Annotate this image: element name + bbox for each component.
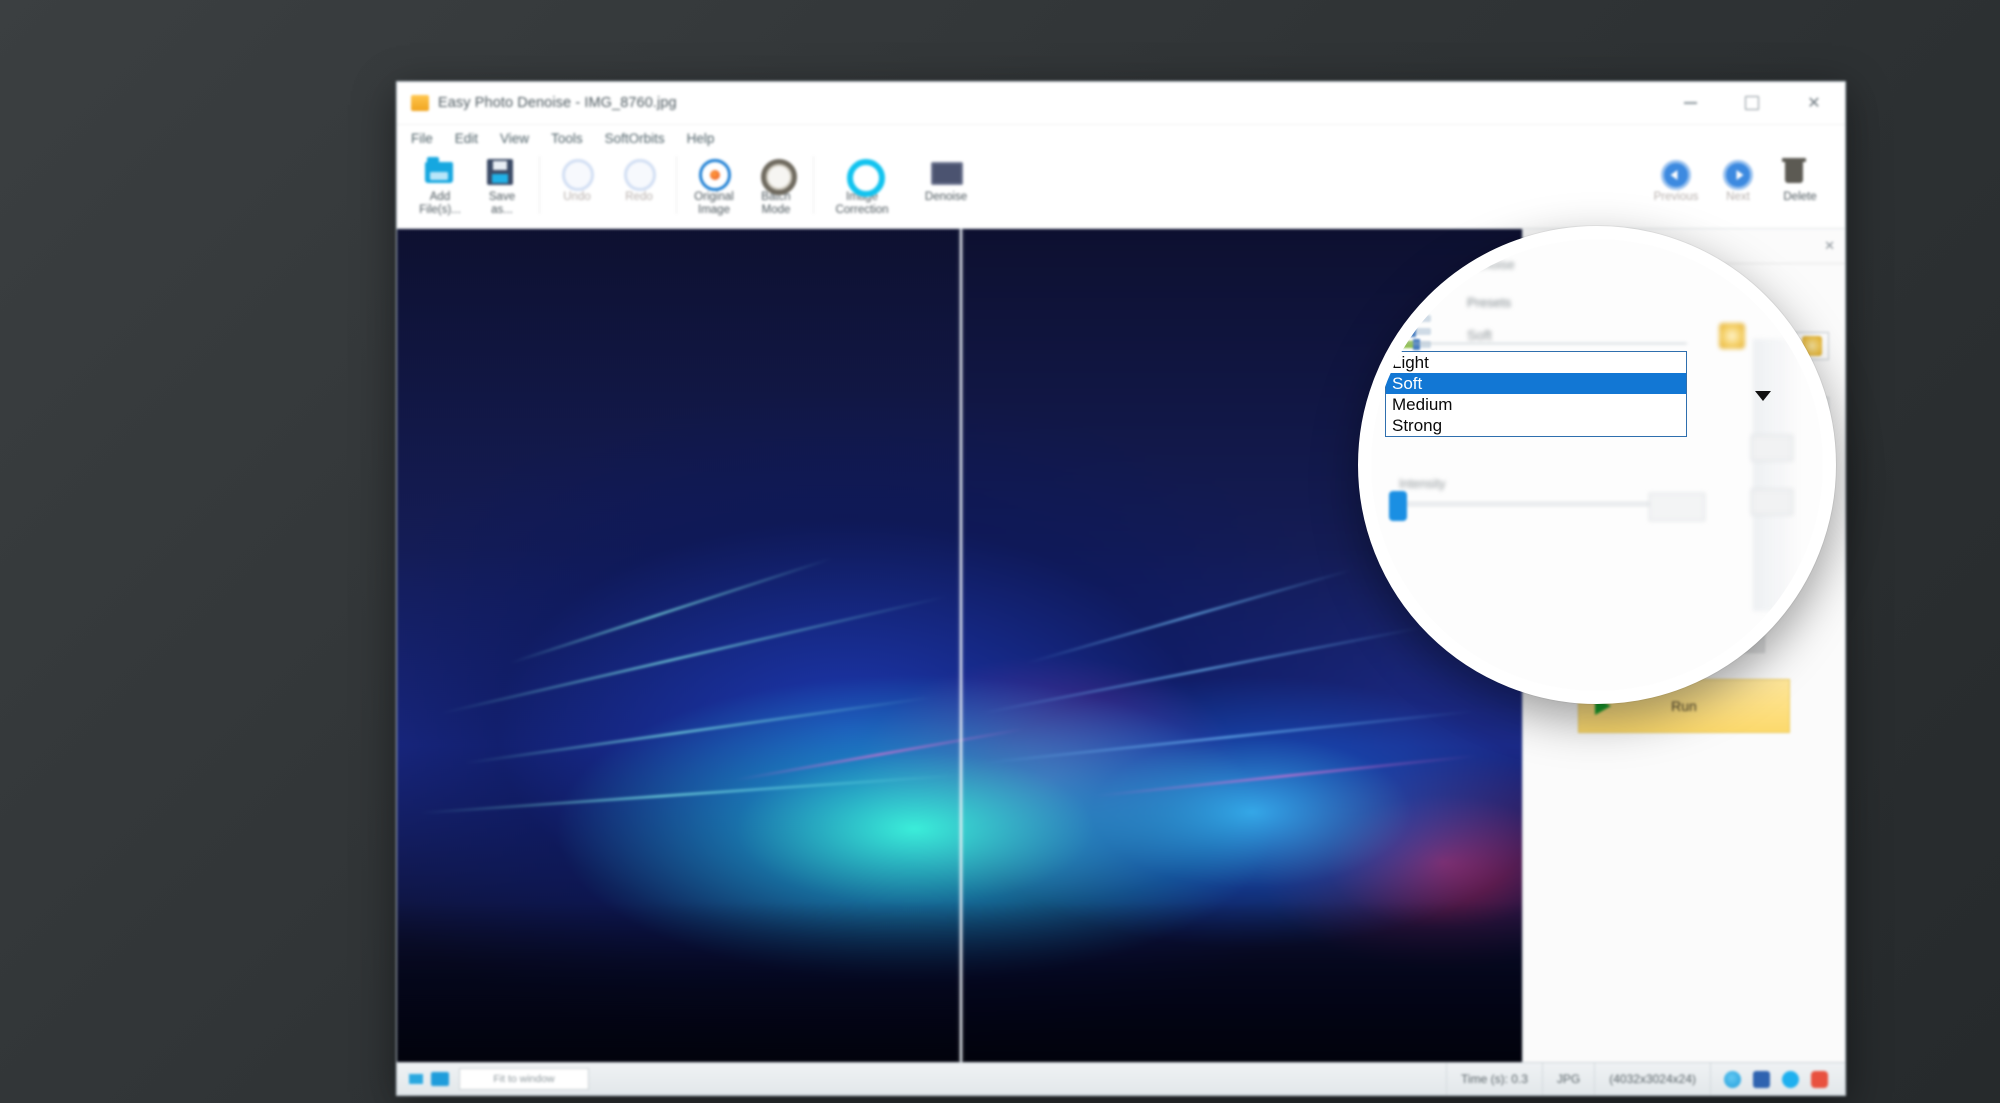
- toolbar-delete-label: Delete: [1783, 191, 1817, 203]
- facebook-icon[interactable]: [1753, 1070, 1770, 1088]
- toolbar-next[interactable]: Next: [1707, 152, 1769, 204]
- menu-edit[interactable]: Edit: [455, 131, 478, 146]
- window-controls: ✕: [1659, 82, 1845, 124]
- magnified-intensity-label: Intensity: [1399, 477, 1446, 491]
- dropdown-option-strong[interactable]: Strong: [1386, 415, 1686, 436]
- previous-arrow-icon: [1661, 157, 1691, 190]
- magnifier-loupe: Denoise Presets Soft Position Intensity: [1358, 226, 1836, 704]
- dropdown-option-light[interactable]: Light: [1386, 352, 1686, 373]
- magnified-combobox-frame: [1383, 343, 1687, 351]
- magnified-panel-edge: [1753, 339, 1797, 611]
- folder-open-icon: [425, 157, 455, 187]
- toolbar-undo[interactable]: Undo: [546, 152, 608, 204]
- main-toolbar: Add File(s)... Save as... Undo Redo Orig: [397, 152, 1845, 229]
- magnified-denoise-title: Denoise: [1467, 257, 1515, 272]
- redo-circle-icon: [624, 157, 656, 191]
- minimize-button[interactable]: [1659, 82, 1721, 124]
- split-view-icon[interactable]: [407, 1072, 425, 1086]
- next-arrow-icon: [1723, 157, 1753, 190]
- toolbar-separator-3: [813, 156, 814, 214]
- toolbar-add-files-label-1: Add: [429, 191, 451, 203]
- toolbar-previous-label: Previous: [1653, 191, 1699, 203]
- image-preview-area[interactable]: [397, 229, 1523, 1062]
- menu-help[interactable]: Help: [687, 131, 715, 146]
- menu-file[interactable]: File: [411, 131, 433, 146]
- toolbar-add-files[interactable]: Add File(s)...: [409, 152, 471, 217]
- menu-softorbits[interactable]: SoftOrbits: [605, 131, 665, 146]
- menu-view[interactable]: View: [500, 131, 529, 146]
- toolbar-denoise[interactable]: Denoise: [904, 152, 988, 204]
- magnified-spark-icon: [1719, 323, 1745, 349]
- toolbar-image-correction[interactable]: Image Correction: [820, 152, 904, 217]
- menu-bar: File Edit View Tools SoftOrbits Help: [397, 125, 1845, 152]
- status-dimensions: (4032x3024x24): [1595, 1063, 1711, 1095]
- magnified-presets-label: Presets: [1467, 295, 1512, 310]
- toolbar-image-correction-label-2: Correction: [835, 204, 889, 216]
- cyan-ring-icon: [847, 157, 885, 197]
- title-bar: Easy Photo Denoise - IMG_8760.jpg ✕: [397, 82, 1845, 125]
- twitter-icon[interactable]: [1782, 1070, 1799, 1088]
- status-time: Time (s): 0.3: [1446, 1063, 1543, 1095]
- single-view-icon[interactable]: [431, 1072, 449, 1086]
- gear-icon: [761, 157, 797, 195]
- toolbar-separator-1: [539, 156, 540, 214]
- trash-icon: [1782, 157, 1815, 187]
- toolbar-undo-label: Undo: [563, 191, 591, 203]
- toolbar-original-image-label-1: Original: [694, 191, 734, 203]
- toolbar-redo-label: Redo: [625, 191, 653, 203]
- zoom-control[interactable]: Fit to window: [459, 1068, 589, 1090]
- maximize-button[interactable]: [1721, 82, 1783, 124]
- view-mode-group: [397, 1072, 459, 1086]
- toolbar-save-as[interactable]: Save as...: [471, 152, 533, 217]
- toolbar-previous[interactable]: Previous: [1645, 152, 1707, 204]
- toolbar-original-image-label-2: Image: [698, 204, 730, 216]
- zoom-label: Fit to window: [493, 1073, 555, 1085]
- toolbar-original-image[interactable]: Original Image: [683, 152, 745, 217]
- magnified-preset-value: Soft: [1467, 327, 1492, 343]
- google-icon[interactable]: [1724, 1070, 1741, 1088]
- desktop-background: Easy Photo Denoise - IMG_8760.jpg ✕ File…: [0, 0, 2000, 1103]
- toolbar-batch-mode[interactable]: Batch Mode: [745, 152, 807, 217]
- magnified-intensity-box[interactable]: [1649, 493, 1705, 521]
- toolbar-delete[interactable]: Delete: [1769, 152, 1831, 204]
- status-format: JPG: [1543, 1063, 1596, 1095]
- split-comparison-divider[interactable]: [959, 229, 962, 1062]
- dropdown-option-medium[interactable]: Medium: [1386, 394, 1686, 415]
- undo-circle-icon: [562, 157, 594, 191]
- presets-dropdown-list[interactable]: Light Soft Medium Strong: [1385, 351, 1687, 437]
- magnified-intensity-slider[interactable]: [1393, 501, 1673, 507]
- toolbar-denoise-label: Denoise: [924, 191, 968, 203]
- youtube-icon[interactable]: [1811, 1070, 1828, 1088]
- social-links-group: [1711, 1070, 1845, 1088]
- toolbar-right-group: Previous Next Delete: [1645, 152, 1831, 204]
- noisy-original-half: [397, 229, 960, 1062]
- toolbar-batch-mode-label-2: Mode: [761, 204, 791, 216]
- screen-icon: [931, 157, 963, 187]
- dropdown-option-soft[interactable]: Soft: [1386, 373, 1686, 394]
- magnified-intensity-thumb[interactable]: [1389, 491, 1407, 521]
- menu-tools[interactable]: Tools: [551, 131, 583, 146]
- save-disk-icon: [487, 157, 517, 187]
- toolbar-save-as-label-1: Save: [488, 191, 516, 203]
- magnifier-content: Denoise Presets Soft Position Intensity: [1371, 239, 1823, 691]
- magnified-small-button-2[interactable]: [1751, 489, 1793, 515]
- close-button[interactable]: ✕: [1783, 82, 1845, 124]
- toolbar-next-label: Next: [1726, 191, 1750, 203]
- toolbar-redo[interactable]: Redo: [608, 152, 670, 204]
- toolbar-add-files-label-2: File(s)...: [419, 204, 461, 216]
- magnified-chevron-down-icon[interactable]: [1755, 391, 1771, 401]
- toolbar-save-as-label-2: as...: [491, 204, 513, 216]
- panel-close-icon[interactable]: ✕: [1824, 238, 1835, 254]
- magnified-small-button-1[interactable]: [1751, 435, 1793, 461]
- toolbar-separator-2: [676, 156, 677, 214]
- original-image-icon: [699, 157, 731, 191]
- status-bar: Fit to window Time (s): 0.3 JPG (4032x30…: [397, 1062, 1845, 1095]
- app-icon: [411, 95, 429, 111]
- window-title: Easy Photo Denoise - IMG_8760.jpg: [438, 95, 677, 111]
